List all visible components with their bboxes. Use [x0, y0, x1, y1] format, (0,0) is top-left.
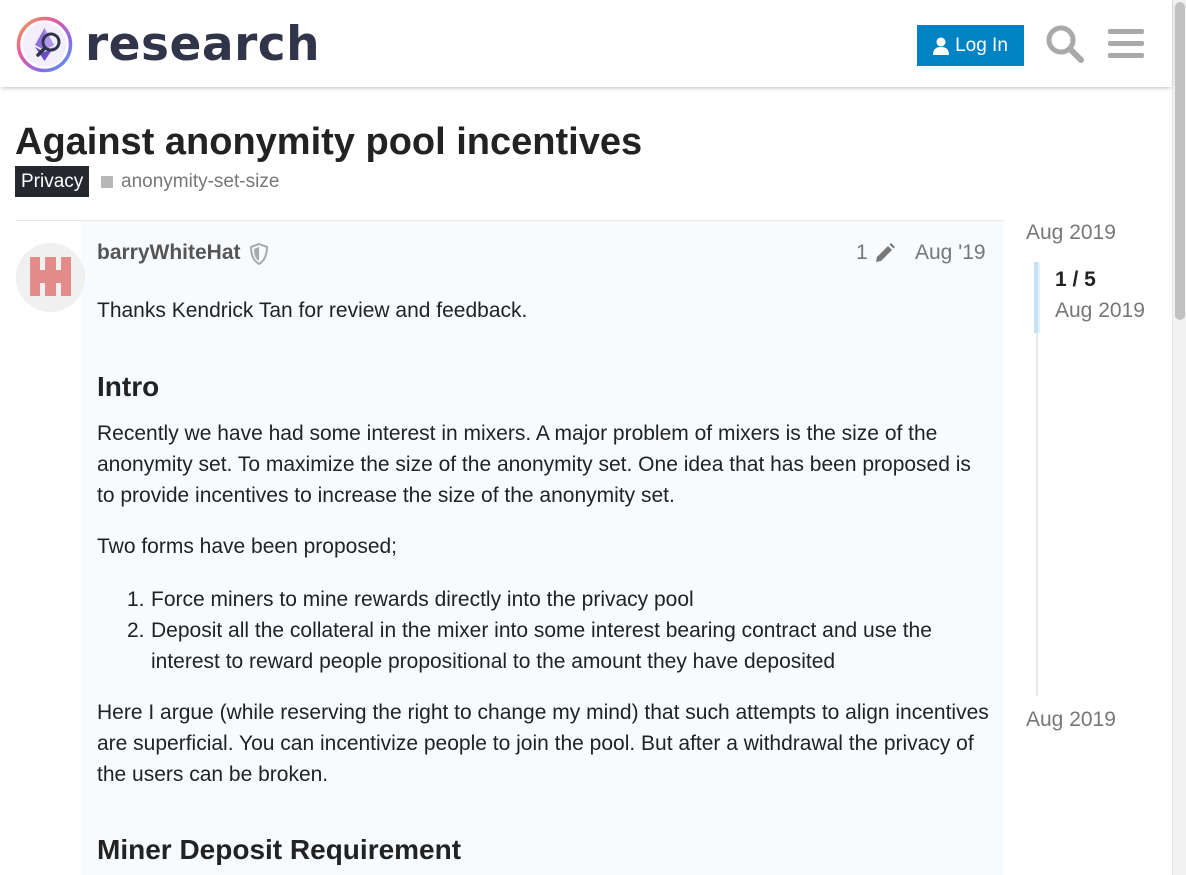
ethereum-research-logo-icon — [16, 16, 73, 73]
proposals-list: 1. Force miners to mine rewards directly… — [97, 584, 992, 677]
topic-tag[interactable]: anonymity-set-size — [101, 168, 279, 195]
paragraph-intro: Recently we have had some interest in mi… — [97, 422, 971, 507]
list-number: 1. — [127, 588, 145, 611]
timeline-start-date[interactable]: Aug 2019 — [1026, 221, 1116, 245]
search-icon — [1046, 25, 1084, 63]
post-date[interactable]: Aug '19 — [915, 241, 986, 265]
hamburger-menu-icon — [1108, 29, 1144, 58]
heading-intro: Intro — [97, 371, 160, 402]
scrollbar-thumb[interactable] — [1175, 2, 1185, 320]
search-button[interactable] — [1043, 22, 1087, 66]
paragraph-argument: Here I argue (while reserving the right … — [97, 701, 989, 786]
category-badge[interactable]: Privacy — [15, 166, 90, 197]
user-icon — [933, 37, 950, 55]
login-button[interactable]: Log In — [917, 25, 1024, 66]
login-label: Log In — [955, 34, 1008, 56]
tag-square-icon — [101, 175, 113, 188]
timeline-scroller-handle[interactable] — [1034, 262, 1040, 333]
timeline-position: 1 / 5 — [1055, 268, 1096, 291]
avatar[interactable] — [16, 243, 85, 312]
edit-history-button[interactable]: 1 — [856, 241, 896, 265]
list-number: 2. — [127, 619, 145, 642]
list-text: Deposit all the collateral in the mixer … — [151, 619, 932, 673]
list-item: 1. Force miners to mine rewards directly… — [97, 584, 992, 615]
page-scrollbar[interactable] — [1172, 0, 1186, 875]
logo-text: research — [85, 17, 321, 72]
site-logo[interactable]: research — [16, 16, 320, 73]
list-item: 2. Deposit all the collateral in the mix… — [97, 615, 992, 677]
shield-icon — [249, 243, 269, 265]
identicon-avatar-icon — [16, 243, 85, 312]
paragraph-forms: Two forms have been proposed; — [97, 535, 398, 558]
post-username[interactable]: barryWhiteHat — [97, 241, 241, 265]
site-header: research Log In — [0, 0, 1172, 87]
hamburger-menu-button[interactable] — [1104, 22, 1148, 66]
timeline-end-date[interactable]: Aug 2019 — [1026, 708, 1116, 732]
tag-label: anonymity-set-size — [121, 170, 280, 192]
post-thanks-text: Thanks Kendrick Tan for review and feedb… — [97, 299, 528, 322]
pencil-icon — [875, 243, 895, 262]
topic-title[interactable]: Against anonymity pool incentives — [15, 121, 642, 164]
timeline-current-date: Aug 2019 — [1055, 299, 1145, 322]
heading-miner-deposit: Miner Deposit Requirement — [97, 834, 462, 865]
edit-count: 1 — [856, 241, 868, 264]
list-text: Force miners to mine rewards directly in… — [151, 588, 694, 611]
